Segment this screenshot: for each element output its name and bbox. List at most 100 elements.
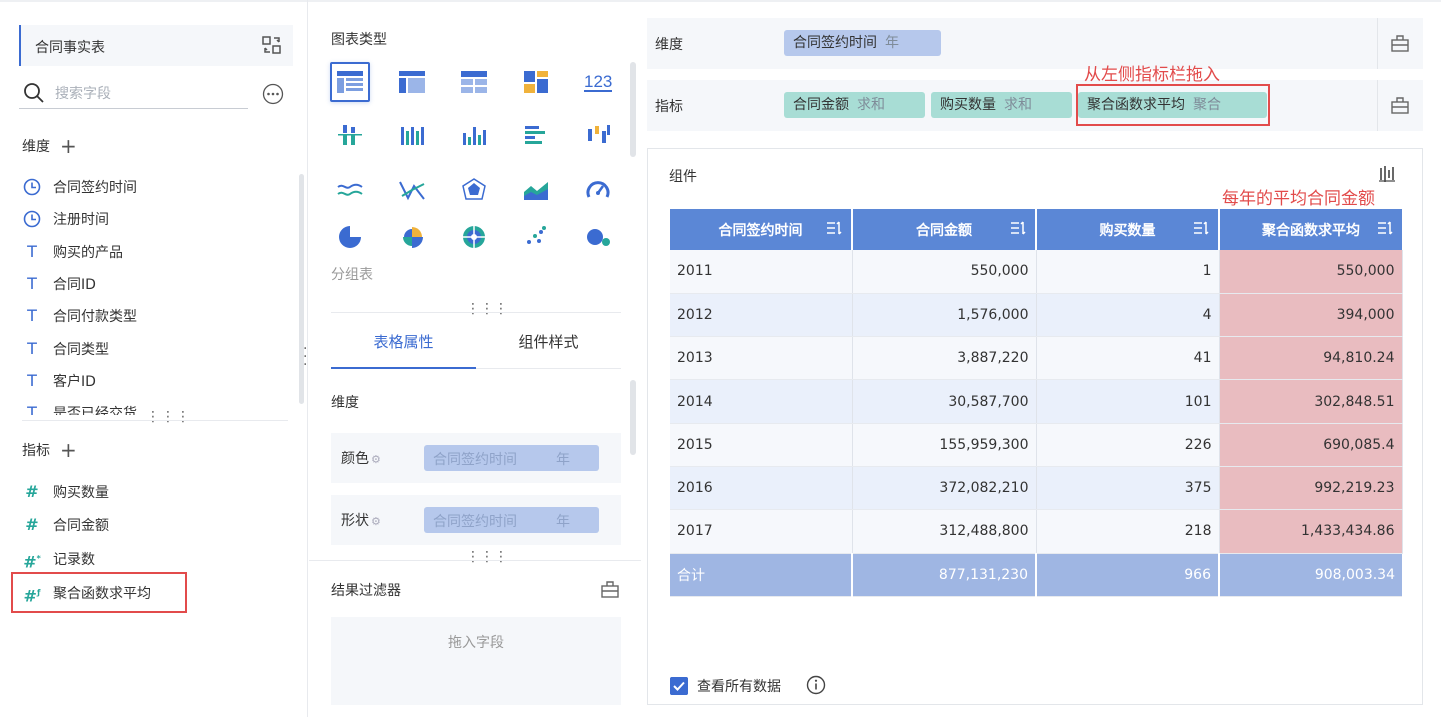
field-label: 合同类型: [53, 342, 109, 358]
tab-component-style[interactable]: 组件样式: [476, 331, 621, 352]
column-header[interactable]: 聚合函数求平均: [1219, 209, 1402, 250]
info-icon[interactable]: [806, 675, 826, 695]
dimension-field[interactable]: 合同签约时间: [22, 175, 292, 199]
radar-chart-icon[interactable]: [454, 170, 494, 210]
toolbox-icon[interactable]: [1390, 95, 1410, 115]
table-total-row: 合计 877,131,230 966 908,003.34: [670, 553, 1402, 597]
radar-line-chart-icon[interactable]: [392, 170, 432, 210]
scatter-chart-icon[interactable]: [516, 222, 556, 252]
filter-settings-icon[interactable]: [600, 579, 620, 599]
header-label: 合同金额: [916, 222, 972, 239]
table-cell: 312,488,800: [852, 509, 1037, 554]
table-cell: 218: [1036, 509, 1220, 554]
dimension-field[interactable]: T 合同类型: [22, 337, 292, 361]
resize-handle[interactable]: ⋮⋮⋮: [146, 409, 191, 425]
active-tab-indicator: [331, 367, 476, 369]
measure-pill[interactable]: 合同金额 求和: [784, 92, 925, 118]
drag-annotation: 从左侧指标栏拖入: [1084, 65, 1220, 85]
dimension-field[interactable]: 注册时间: [22, 207, 292, 231]
field-label: 合同金额: [53, 518, 109, 534]
measure-field[interactable]: # 合同金额: [22, 513, 292, 537]
shape-field-pill[interactable]: 合同签约时间 年: [424, 507, 599, 533]
measure-section-header: 指标 +: [22, 438, 77, 462]
section-divider: [309, 560, 641, 561]
add-dimension-icon[interactable]: +: [60, 134, 77, 158]
more-options-icon[interactable]: [262, 83, 284, 105]
column-chart-icon[interactable]: [454, 116, 494, 156]
toolbox-icon[interactable]: [1390, 33, 1410, 53]
column-header[interactable]: 合同签约时间: [670, 209, 853, 250]
table-row: 2012 1,576,000 4 394,000: [670, 293, 1403, 338]
group-table-chart-icon[interactable]: [330, 62, 370, 102]
cross-table-chart-icon[interactable]: [392, 62, 432, 102]
table-cell: 41: [1036, 336, 1220, 381]
add-measure-icon[interactable]: +: [60, 438, 77, 462]
dimension-pill[interactable]: 合同签约时间年: [784, 30, 941, 56]
chart-switch-icon[interactable]: [1377, 164, 1397, 184]
table-cell: 372,082,210: [852, 466, 1037, 511]
sort-icon[interactable]: [1376, 219, 1394, 237]
dimension-field[interactable]: T 合同ID: [22, 272, 292, 296]
dimension-bar-settings[interactable]: [1377, 18, 1423, 69]
field-search[interactable]: 搜索字段: [19, 78, 248, 109]
number-chart-icon[interactable]: 123: [578, 62, 618, 102]
checkbox-checked-icon[interactable]: [670, 677, 688, 695]
sunburst-chart-icon[interactable]: [454, 222, 494, 252]
bubble-chart-icon[interactable]: [578, 222, 618, 252]
bar-chart-icon[interactable]: [516, 116, 556, 156]
property-label: 颜色: [341, 451, 369, 467]
chart-types-scrollbar[interactable]: [630, 62, 636, 157]
rose-chart-icon[interactable]: [392, 222, 432, 252]
color-field-pill[interactable]: 合同签约时间 年: [424, 445, 599, 471]
record-count-icon: #*: [23, 552, 41, 572]
header-label: 购买数量: [1099, 222, 1156, 239]
gear-icon[interactable]: ⚙: [371, 515, 381, 528]
field-panel: 合同事实表 搜索字段 维度 + 合同签约时间 注册时间 T 购买的产品 T 合同I…: [0, 0, 308, 717]
measure-pill[interactable]: 购买数量 求和: [931, 92, 1072, 118]
pie-chart-icon[interactable]: [330, 222, 370, 252]
tab-table-properties[interactable]: 表格属性: [331, 331, 476, 352]
table-row: 2017 312,488,800 218 1,433,434.86: [670, 509, 1403, 554]
svg-text:123: 123: [584, 72, 612, 91]
grouped-column-chart-icon[interactable]: [392, 116, 432, 156]
dimension-title: 维度: [22, 139, 50, 155]
field-label: 合同签约时间: [53, 180, 137, 196]
column-header[interactable]: 购买数量: [1036, 209, 1220, 250]
chart-type-title: 图表类型: [331, 32, 387, 48]
filter-dropzone[interactable]: 拖入字段: [331, 617, 621, 705]
text-type-icon: T: [27, 339, 37, 358]
switch-datasource-icon[interactable]: [261, 35, 283, 55]
line-chart-icon[interactable]: [330, 170, 370, 210]
measure-field[interactable]: # 购买数量: [22, 480, 292, 504]
header-label: 聚合函数求平均: [1262, 222, 1360, 239]
dimension-field[interactable]: T 客户ID: [22, 369, 292, 393]
text-type-icon: T: [27, 306, 37, 325]
detail-table-chart-icon[interactable]: [454, 62, 494, 102]
table-row: 2011 550,000 1 550,000: [670, 250, 1403, 294]
sort-icon[interactable]: [1009, 219, 1027, 237]
properties-scrollbar[interactable]: [630, 380, 636, 455]
clock-icon: [23, 178, 41, 196]
dropzone-hint: 拖入字段: [448, 635, 504, 651]
search-icon: [24, 83, 44, 103]
dimension-field[interactable]: T 合同付款类型: [22, 304, 292, 328]
measure-bar-settings[interactable]: [1377, 80, 1423, 131]
resize-handle[interactable]: ⋮⋮⋮: [466, 549, 508, 565]
column-header[interactable]: 合同金额: [852, 209, 1037, 250]
sort-icon[interactable]: [1192, 219, 1210, 237]
kpi-card-chart-icon[interactable]: [516, 62, 556, 102]
measure-title: 指标: [22, 443, 50, 459]
sort-icon[interactable]: [825, 219, 843, 237]
measure-field[interactable]: #* 记录数: [22, 547, 292, 571]
dimension-field[interactable]: T 购买的产品: [22, 240, 292, 264]
gauge-chart-icon[interactable]: [578, 170, 618, 210]
area-chart-icon[interactable]: [516, 170, 556, 210]
datasource-selector[interactable]: 合同事实表: [19, 25, 293, 66]
field-label: 注册时间: [53, 212, 109, 228]
table-cell: 30,587,700: [852, 379, 1037, 424]
range-column-chart-icon[interactable]: [578, 116, 618, 156]
dimension-label: 维度: [331, 395, 359, 411]
stacked-bar-chart-icon[interactable]: [330, 116, 370, 156]
gear-icon[interactable]: ⚙: [371, 453, 381, 466]
dimension-section-header: 维度 +: [22, 134, 77, 158]
